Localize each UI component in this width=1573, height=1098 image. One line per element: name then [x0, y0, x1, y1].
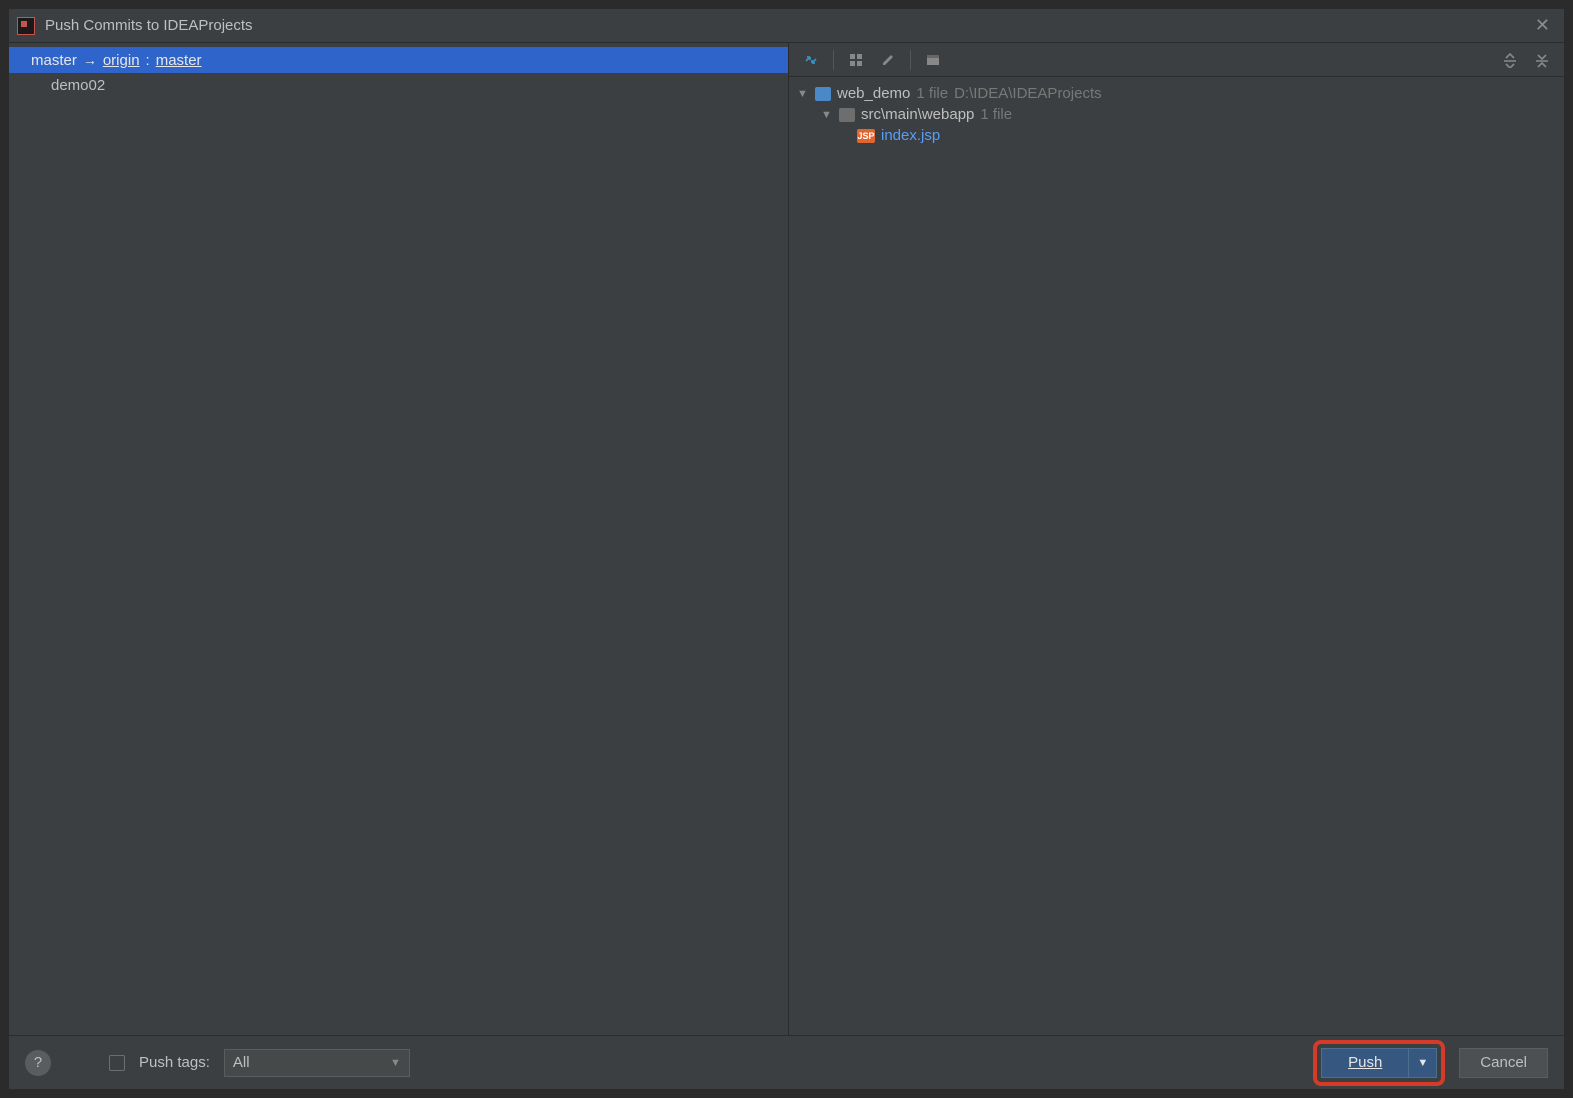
- push-dialog: Push Commits to IDEAProjects ✕ master → …: [8, 8, 1565, 1090]
- push-label: Push: [1322, 1054, 1408, 1071]
- commits-pane: master → origin : master demo02: [9, 43, 789, 1035]
- tree-folder[interactable]: ▼ src\main\webapp 1 file: [797, 104, 1556, 125]
- folder-icon: [839, 108, 855, 122]
- select-value: All: [233, 1054, 250, 1071]
- collapse-all-icon[interactable]: [1528, 48, 1556, 72]
- dialog-title: Push Commits to IDEAProjects: [45, 17, 1529, 34]
- expand-all-icon[interactable]: [1496, 48, 1524, 72]
- chevron-down-icon: ▼: [821, 109, 833, 121]
- chevron-down-icon: ▼: [797, 88, 809, 100]
- sep: :: [146, 52, 150, 69]
- folder-meta: 1 file: [980, 106, 1012, 123]
- tree-root[interactable]: ▼ web_demo 1 file D:\IDEA\IDEAProjects: [797, 83, 1556, 104]
- folder-name: src\main\webapp: [861, 106, 974, 123]
- branch-row[interactable]: master → origin : master: [9, 47, 788, 73]
- tree-file[interactable]: JSP index.jsp: [797, 125, 1556, 146]
- push-button[interactable]: Push ▼: [1321, 1048, 1437, 1078]
- cancel-button[interactable]: Cancel: [1459, 1048, 1548, 1078]
- root-name: web_demo: [837, 85, 910, 102]
- remote-branch: master: [156, 52, 202, 69]
- files-toolbar: [789, 43, 1564, 77]
- preview-icon[interactable]: [919, 48, 947, 72]
- dialog-footer: ? Push tags: All ▼ Push ▼ Cancel: [9, 1035, 1564, 1089]
- edit-icon[interactable]: [874, 48, 902, 72]
- push-tags-checkbox[interactable]: [109, 1055, 125, 1071]
- arrow-icon: →: [83, 52, 97, 68]
- root-path: D:\IDEA\IDEAProjects: [954, 85, 1102, 102]
- group-by-icon[interactable]: [842, 48, 870, 72]
- local-branch: master: [31, 52, 77, 69]
- push-dropdown-icon[interactable]: ▼: [1408, 1049, 1436, 1077]
- files-pane: ▼ web_demo 1 file D:\IDEA\IDEAProjects ▼…: [789, 43, 1564, 1035]
- separator: [833, 50, 834, 70]
- separator: [910, 50, 911, 70]
- dialog-body: master → origin : master demo02: [9, 43, 1564, 1035]
- file-name: index.jsp: [881, 127, 940, 144]
- close-icon[interactable]: ✕: [1529, 13, 1556, 38]
- help-button[interactable]: ?: [25, 1050, 51, 1076]
- push-tags-select[interactable]: All ▼: [224, 1049, 410, 1077]
- commit-item[interactable]: demo02: [9, 73, 788, 94]
- file-tree: ▼ web_demo 1 file D:\IDEA\IDEAProjects ▼…: [789, 77, 1564, 152]
- show-diff-icon[interactable]: [797, 48, 825, 72]
- jsp-icon: JSP: [857, 129, 875, 143]
- push-tags-label: Push tags:: [139, 1054, 210, 1071]
- push-highlight: Push ▼: [1313, 1040, 1445, 1086]
- titlebar: Push Commits to IDEAProjects ✕: [9, 9, 1564, 43]
- root-meta: 1 file: [916, 85, 948, 102]
- intellij-icon: [17, 17, 35, 35]
- chevron-down-icon: ▼: [390, 1057, 401, 1069]
- module-icon: [815, 87, 831, 101]
- remote-name: origin: [103, 52, 140, 69]
